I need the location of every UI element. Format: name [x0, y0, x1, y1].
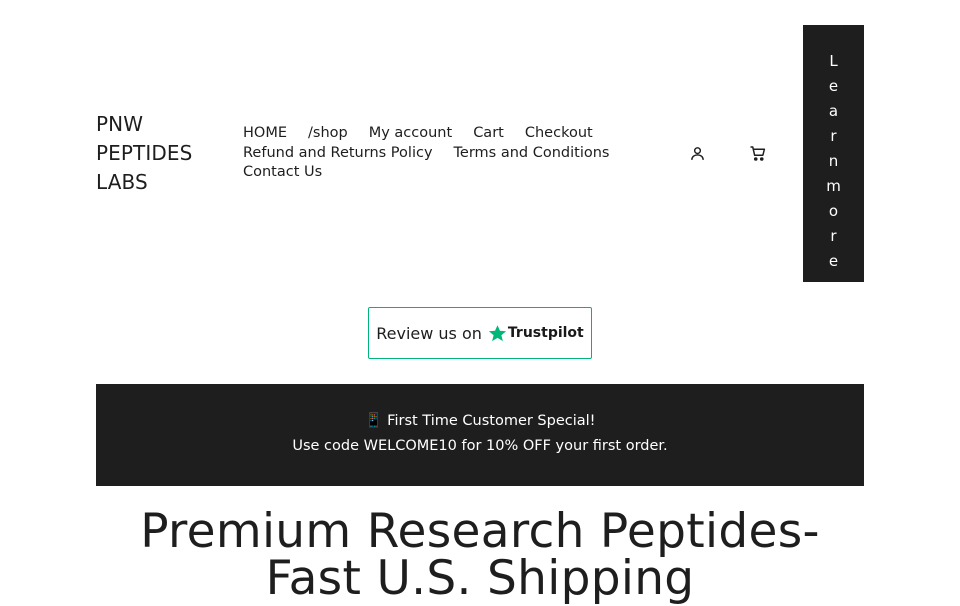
nav-item-shop[interactable]: /shop: [308, 124, 348, 144]
cart-icon: [750, 146, 766, 161]
learn-more-letter: o: [828, 201, 839, 220]
nav-item-cart[interactable]: Cart: [473, 124, 504, 144]
user-icon: [690, 146, 704, 160]
promo-banner: 📱 First Time Customer Special! Use code …: [96, 384, 864, 486]
learn-more-letter: a: [828, 101, 839, 120]
trustpilot-logo: Trustpilot: [488, 324, 584, 343]
trustpilot-prefix: Review us on: [376, 323, 482, 343]
nav-item-my-account[interactable]: My account: [369, 124, 452, 144]
learn-more-letter: r: [830, 226, 837, 245]
learn-more-letter: e: [828, 76, 839, 95]
trustpilot-review-button[interactable]: Review us on Trustpilot: [368, 307, 592, 359]
phone-icon: 📱: [364, 413, 383, 429]
learn-more-letter: e: [828, 251, 839, 270]
cart-button[interactable]: [748, 143, 768, 163]
site-title-line-2: PEPTIDES: [96, 141, 193, 165]
hero-title: Premium Research Peptides- Fast U.S. Shi…: [140, 504, 820, 606]
learn-more-letter: L: [829, 51, 838, 70]
learn-more-letter: n: [828, 151, 839, 170]
nav-item-checkout[interactable]: Checkout: [525, 124, 593, 144]
nav-item-terms[interactable]: Terms and Conditions: [454, 144, 610, 164]
promo-headline: First Time Customer Special!: [387, 413, 596, 429]
learn-more-letter: m: [826, 176, 841, 195]
learn-more-label: Learnmore: [803, 34, 864, 274]
primary-navigation: HOME/shop My account Cart Checkout Refund an…: [243, 124, 643, 183]
learn-more-letter: r: [830, 126, 837, 145]
nav-item-refund-policy[interactable]: Refund and Returns Policy: [243, 144, 433, 164]
trustpilot-brand: Trustpilot: [507, 325, 584, 341]
site-title-line-3: LABS: [96, 170, 148, 194]
learn-more-button[interactable]: Learnmore: [803, 25, 864, 282]
star-icon: [488, 324, 506, 341]
site-title[interactable]: PNW PEPTIDES LABS: [96, 110, 226, 197]
promo-offer: Use code WELCOME10 for 10% OFF your firs…: [292, 438, 668, 454]
promo-headline-row: 📱 First Time Customer Special!: [96, 412, 864, 431]
site-title-line-1: PNW: [96, 112, 144, 136]
account-button[interactable]: [687, 143, 707, 163]
nav-item-contact[interactable]: Contact Us: [243, 163, 322, 183]
nav-item-home[interactable]: HOME: [243, 124, 287, 144]
